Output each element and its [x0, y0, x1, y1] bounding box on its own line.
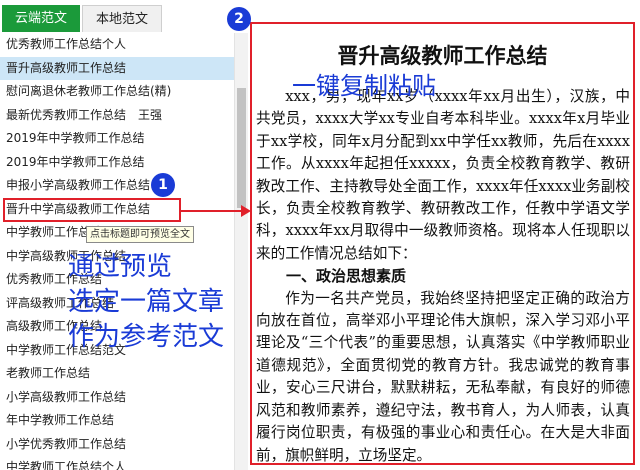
document-section-heading: 一、政治思想素质 [286, 267, 407, 286]
source-tabs: 云端范文 本地范文 [0, 0, 248, 32]
list-item[interactable]: 年中学教师工作总结 [0, 409, 234, 433]
annotation-highlight-box [3, 198, 181, 222]
annotation-preview-instructions: 通过预览 选定一篇文章 作为参考范文 [68, 250, 238, 355]
document-paragraph-politics: 作为一名共产党员，我始终坚持把坚定正确的政治方向放在首位，高举邓小平理论伟大旗帜… [256, 289, 630, 464]
annotation-line-1: 通过预览 [68, 252, 173, 282]
list-item[interactable]: 最新优秀教师工作总结 王强 [0, 104, 234, 128]
document-body: xxx，男，现年xx岁（xxxx年xx月出生），汉族，中共党员，xxxx大学xx… [256, 86, 630, 464]
list-item[interactable]: 优秀教师工作总结个人 [0, 33, 234, 57]
document-paragraph-intro: xxx，男，现年xx岁（xxxx年xx月出生），汉族，中共党员，xxxx大学xx… [256, 88, 630, 262]
list-item[interactable]: 小学高级教师工作总结 [0, 386, 234, 410]
list-item[interactable]: 申报小学高级教师工作总结 [0, 174, 234, 198]
list-item[interactable]: 小学优秀教师工作总结 [0, 433, 234, 457]
annotation-line-2: 选定一篇文章 [68, 287, 225, 317]
list-item[interactable]: 慰问离退休老教师工作总结(精) [0, 80, 234, 104]
tab-local-samples[interactable]: 本地范文 [82, 5, 162, 32]
document-preview: 晋升高级教师工作总结 xxx，男，现年xx岁（xxxx年xx月出生），汉族，中共… [250, 22, 635, 465]
annotation-arrow-icon [181, 205, 251, 217]
scroll-thumb[interactable] [237, 88, 246, 208]
tab-cloud-samples[interactable]: 云端范文 [2, 5, 80, 32]
annotation-line-3: 作为参考范文 [68, 322, 225, 352]
list-item[interactable]: 晋升高级教师工作总结 [0, 56, 234, 80]
list-item[interactable]: 2019年中学教师工作总结 [0, 127, 234, 151]
list-item[interactable]: 2019年中学教师工作总结 [0, 151, 234, 175]
annotation-step-1-badge: 1 [151, 173, 175, 197]
preview-tooltip: 点击标题即可预览全文 [86, 226, 194, 243]
annotation-copy-paste-label: 一键复制粘贴 [292, 72, 436, 100]
list-item[interactable]: 中学教师工作总结个人 [0, 456, 234, 470]
annotation-step-2-badge: 2 [227, 7, 251, 31]
list-item[interactable]: 老教师工作总结 [0, 362, 234, 386]
